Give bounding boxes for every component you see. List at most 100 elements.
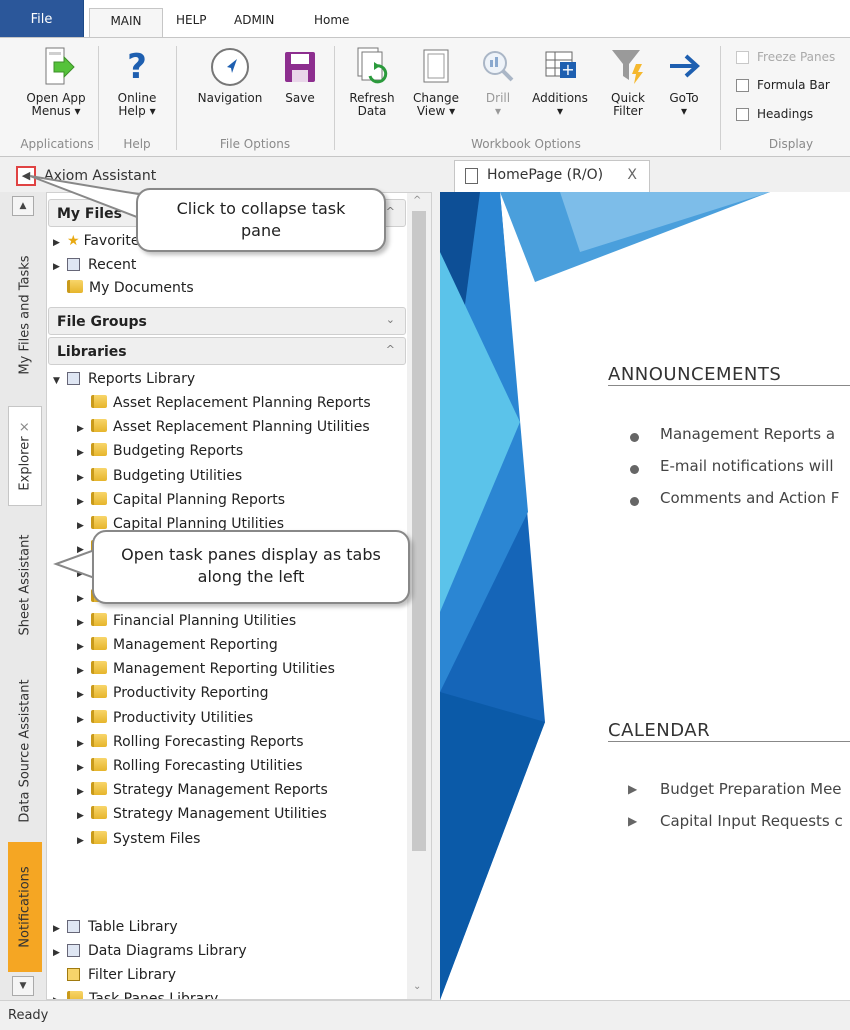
refresh-data-button[interactable]: Refresh Data <box>346 46 398 118</box>
tree-item-report-folder[interactable]: ▶ Asset Replacement Planning Utilities <box>77 419 370 435</box>
tree-item-report-folder[interactable]: ▶ Budgeting Utilities <box>77 467 243 484</box>
expand-arrow-icon: ▶ <box>77 448 84 459</box>
quick-filter-button[interactable]: Quick Filter <box>600 46 656 118</box>
change-view-label: Change View ▾ <box>413 91 459 118</box>
tree-item-data-diagrams-library[interactable]: ▶ Data Diagrams Library <box>53 943 247 959</box>
navigation-button[interactable]: Navigation <box>190 46 270 105</box>
vtab-notifications[interactable]: Notifications <box>8 842 42 972</box>
formula-bar-checkbox[interactable]: Formula Bar <box>736 78 830 92</box>
vtab-my-files-and-tasks[interactable]: My Files and Tasks <box>8 222 42 408</box>
status-bar: Ready <box>0 1000 850 1030</box>
tree-item-report-folder[interactable]: ▶ Rolling Forecasting Reports <box>77 733 304 750</box>
open-app-menus-button[interactable]: Open App Menus ▾ <box>18 46 94 118</box>
refresh-data-label: Refresh Data <box>349 91 395 118</box>
vtab-label: Explorer × <box>18 421 33 490</box>
scroll-up-arrow-icon[interactable]: ^ <box>413 195 421 206</box>
change-view-button[interactable]: Change View ▾ <box>408 46 464 118</box>
question-icon: ? <box>127 47 147 87</box>
folder-icon <box>91 443 107 457</box>
app-window: File MAIN HELP ADMIN Home Open App Menus… <box>0 0 850 1030</box>
expand-arrow-icon: ▶ <box>77 714 84 725</box>
additions-button[interactable]: + Additions ▾ <box>526 46 594 118</box>
tree-item-label: Strategy Management Reports <box>113 782 328 799</box>
tree-item-favorites[interactable]: ▶ ★ Favorites <box>53 233 147 249</box>
expand-arrow-icon: ▶ <box>77 593 84 604</box>
tree-item-label: Table Library <box>88 919 178 935</box>
announcement-item: E-mail notifications will <box>660 457 834 475</box>
tree-item-label: Budgeting Utilities <box>113 467 243 484</box>
tree-item-report-folder[interactable]: ▶ Management Reporting <box>77 637 278 653</box>
drill-icon <box>483 51 514 82</box>
formula-bar-label: Formula Bar <box>757 78 830 92</box>
tree-item-my-documents[interactable]: My Documents <box>67 280 194 296</box>
arrow-right-icon <box>670 54 700 78</box>
section-file-groups[interactable]: File Groups ⌄ <box>48 307 406 335</box>
homepage-content: ANNOUNCEMENTS Management Reports a E-mai… <box>440 192 850 1000</box>
checkbox-box <box>736 79 749 92</box>
freeze-panes-checkbox[interactable]: Freeze Panes <box>736 50 835 64</box>
tab-file[interactable]: File <box>0 0 84 38</box>
tab-home[interactable]: Home <box>314 13 349 27</box>
tree-item-reports-library[interactable]: ▼ Reports Library <box>53 371 195 387</box>
folder-icon <box>91 637 107 650</box>
additions-icon: + <box>545 51 576 79</box>
vtab-label: My Files and Tasks <box>17 255 33 375</box>
folder-icon <box>91 782 107 796</box>
section-libraries[interactable]: Libraries ^ <box>48 337 406 365</box>
tree-item-task-panes-library[interactable]: ▶Task Panes Library <box>53 991 218 999</box>
tree-item-label: Productivity Utilities <box>113 709 254 726</box>
tree-item-report-folder[interactable]: ▶ System Files <box>77 830 200 847</box>
tab-admin[interactable]: ADMIN <box>234 13 274 27</box>
pane-scrollbar[interactable]: ^ ⌄ <box>407 193 431 999</box>
tree-item-label: Data Diagrams Library <box>88 943 247 959</box>
vtab-data-source-assistant[interactable]: Data Source Assistant <box>8 662 42 840</box>
close-icon[interactable]: X <box>627 167 637 183</box>
folder-icon <box>67 991 83 999</box>
tree-item-report-folder[interactable]: ▶ Management Reporting Utilities <box>77 661 335 677</box>
freeze-panes-label: Freeze Panes <box>757 50 836 64</box>
bullet-icon <box>630 465 639 474</box>
tree-item-report-folder[interactable]: ▶Asset Replacement Planning Reports <box>77 395 371 411</box>
save-button[interactable]: Save <box>280 46 320 105</box>
online-help-button[interactable]: ? Online Help ▾ <box>106 46 168 118</box>
folder-icon <box>91 806 107 820</box>
tree-item-label: Management Reporting <box>113 637 278 653</box>
scrollbar-thumb[interactable] <box>412 211 426 851</box>
tree-item-label: Capital Planning Reports <box>113 491 285 508</box>
tab-help[interactable]: HELP <box>176 13 207 27</box>
tree-item-recent[interactable]: ▶ Recent <box>53 257 136 273</box>
tree-item-label: Asset Replacement Planning Utilities <box>113 419 370 436</box>
expand-arrow-icon: ▶ <box>53 924 60 934</box>
goto-button[interactable]: GoTo ▾ <box>662 46 706 118</box>
tree-item-report-folder[interactable]: ▶ Strategy Management Utilities <box>77 806 327 822</box>
tree-item-filter-library[interactable]: Filter Library <box>67 967 176 983</box>
tree-item-report-folder[interactable]: ▶ Productivity Utilities <box>77 709 254 726</box>
tab-homepage[interactable]: HomePage (R/O) X <box>454 160 650 192</box>
tree-item-report-folder[interactable]: ▶ Rolling Forecasting Utilities <box>77 758 303 774</box>
reports-library-icon <box>67 372 80 385</box>
scroll-down-arrow-icon[interactable]: ⌄ <box>413 981 421 992</box>
chevron-down-icon: ⌄ <box>385 313 395 326</box>
tree-item-table-library[interactable]: ▶ Table Library <box>53 919 178 935</box>
expand-arrow-icon: ▶ <box>77 496 84 507</box>
vtab-explorer[interactable]: Explorer × <box>8 406 42 506</box>
tree-item-report-folder[interactable]: ▶ Capital Planning Reports <box>77 491 285 508</box>
folder-icon <box>91 830 107 844</box>
drill-button[interactable]: Drill ▾ <box>476 46 520 118</box>
tree-item-report-folder[interactable]: ▶ Budgeting Reports <box>77 443 243 459</box>
calendar-item: Budget Preparation Mee <box>660 780 842 798</box>
tree-item-report-folder[interactable]: ▶ Productivity Reporting <box>77 685 269 701</box>
tree-item-report-folder[interactable]: ▶ Financial Planning Utilities <box>77 612 296 629</box>
chevron-left-icon[interactable]: ◀ <box>16 166 36 186</box>
tab-main[interactable]: MAIN <box>89 8 163 38</box>
close-icon[interactable]: × <box>18 421 33 432</box>
tab-scroll-down-button[interactable]: ▼ <box>12 976 34 996</box>
group-label-display: Display <box>768 137 814 151</box>
vtab-sheet-assistant[interactable]: Sheet Assistant <box>8 510 42 660</box>
headings-checkbox[interactable]: Headings <box>736 107 813 121</box>
diagram-icon <box>67 944 80 957</box>
tab-scroll-up-button[interactable]: ▲ <box>12 196 34 216</box>
collapse-arrow-icon: ▼ <box>53 376 60 386</box>
announcements-heading: ANNOUNCEMENTS <box>608 364 782 385</box>
tree-item-report-folder[interactable]: ▶ Strategy Management Reports <box>77 782 328 798</box>
